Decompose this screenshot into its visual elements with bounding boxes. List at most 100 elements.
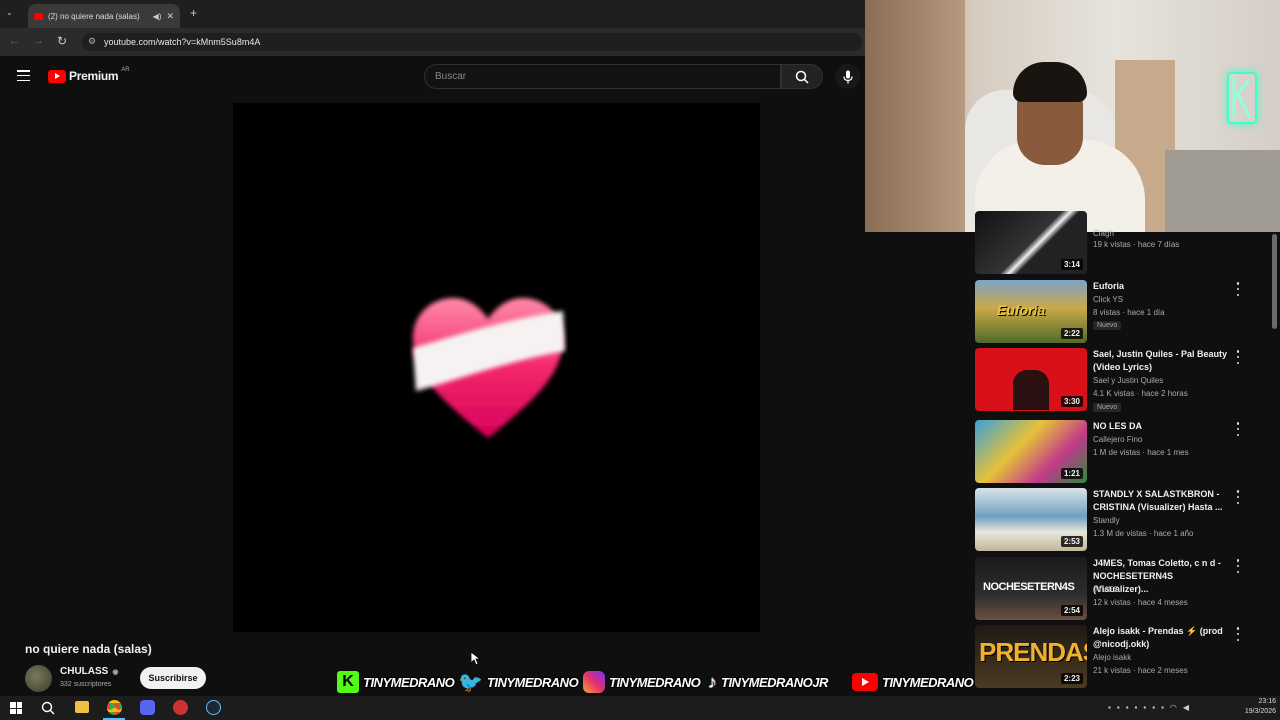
browser-tab[interactable]: (2) no quiere nada (salas) ◀) ✕ xyxy=(28,4,180,28)
subscriber-count: 332 suscriptores xyxy=(60,681,112,688)
webcam-hair xyxy=(1013,62,1087,102)
video-thumbnail[interactable]: PRENDAS 2:23 xyxy=(975,625,1087,688)
tab-close-icon[interactable]: ✕ xyxy=(166,11,174,22)
list-item[interactable]: NOCHESETERN4S 2:54 J4MES, Tomas Coletto,… xyxy=(975,557,1255,620)
channel-name[interactable]: Standly xyxy=(1093,516,1120,525)
list-item[interactable]: PRENDAS 2:23 Alejo isakk - Prendas ⚡ (pr… xyxy=(975,625,1255,688)
tray-icon[interactable]: ▪ xyxy=(1117,703,1120,712)
steam-icon[interactable] xyxy=(206,700,221,715)
thumbnail-text: Euforia xyxy=(997,302,1046,318)
social-kick: K TINYMEDRANO xyxy=(337,668,455,696)
new-badge: Nuevo xyxy=(1093,321,1122,330)
more-options-icon[interactable] xyxy=(1235,422,1241,436)
list-item[interactable]: 3:14 Ciagh 19 k vistas · hace 7 días xyxy=(975,211,1255,274)
video-thumbnail[interactable]: NOCHESETERN4S 2:54 xyxy=(975,557,1087,620)
video-title[interactable]: STANDLY X SALASTKBRON - CRISTINA (Visual… xyxy=(1093,488,1228,514)
volume-icon[interactable]: ◀ xyxy=(1183,703,1189,712)
search-input[interactable]: Buscar xyxy=(424,64,781,89)
duration-badge: 3:30 xyxy=(1060,396,1083,407)
subscribe-button[interactable]: Suscribirse xyxy=(140,667,206,689)
system-tray[interactable]: ▪ ▪ ▪ ▪ ▪ ▪ ▪ ◠ ◀ xyxy=(1108,703,1189,712)
browser-tab-strip: ⌄ (2) no quiere nada (salas) ◀) ✕ + xyxy=(0,0,865,28)
video-meta: 1.3 M de vistas · hace 1 año xyxy=(1093,529,1194,538)
tray-icon[interactable]: ▪ xyxy=(1135,703,1138,712)
sidebar-scrollbar[interactable] xyxy=(1272,234,1277,329)
list-item[interactable]: 3:30 Sael, Justin Quiles - Pal Beauty (V… xyxy=(975,348,1255,412)
tray-icon[interactable]: ▪ xyxy=(1143,703,1146,712)
twitter-bird-icon: 🐦 xyxy=(458,671,483,694)
tray-icon[interactable]: ▪ xyxy=(1161,703,1164,712)
duration-badge: 2:22 xyxy=(1060,328,1083,339)
kick-icon: K xyxy=(337,671,359,693)
site-settings-icon[interactable]: ⚙ xyxy=(88,36,96,47)
video-title[interactable]: Sael, Justin Quiles - Pal Beauty (Video … xyxy=(1093,348,1228,374)
video-meta: 12 k vistas · hace 4 meses xyxy=(1093,598,1188,607)
reload-icon[interactable]: ↻ xyxy=(57,34,67,48)
more-options-icon[interactable] xyxy=(1235,350,1241,364)
tab-title: (2) no quiere nada (salas) xyxy=(48,11,140,21)
twitter-handle: TINYMEDRANO xyxy=(486,674,579,690)
channel-name-row[interactable]: CHULASS ◉ xyxy=(60,666,118,677)
youtube-icon xyxy=(852,673,878,691)
kick-handle: TINYMEDRANO xyxy=(363,674,455,690)
list-item[interactable]: 1:21 NO LES DA Callejero Fino 1 M de vis… xyxy=(975,420,1255,483)
tray-icon[interactable]: ▪ xyxy=(1108,703,1111,712)
logo-text: Premium xyxy=(69,69,119,83)
youtube-logo[interactable]: Premium AR xyxy=(48,67,130,83)
channel-name[interactable]: J4MES xyxy=(1093,585,1119,594)
social-instagram: TINYMEDRANO xyxy=(583,668,701,696)
neon-k-logo xyxy=(1227,72,1257,124)
video-thumbnail[interactable]: 3:30 xyxy=(975,348,1087,411)
more-options-icon[interactable] xyxy=(1235,282,1241,296)
wifi-icon[interactable]: ◠ xyxy=(1170,703,1177,712)
list-item[interactable]: 2:53 STANDLY X SALASTKBRON - CRISTINA (V… xyxy=(975,488,1255,551)
new-tab-icon[interactable]: + xyxy=(190,6,197,20)
voice-search-button[interactable] xyxy=(835,64,860,89)
duration-badge: 3:14 xyxy=(1060,259,1083,270)
chrome-icon[interactable] xyxy=(107,700,122,715)
back-icon[interactable]: ← xyxy=(9,35,20,47)
thumbnail-figures xyxy=(1013,370,1049,410)
video-title[interactable]: Euforia xyxy=(1093,280,1228,293)
channel-name[interactable]: Sael y Justin Quiles xyxy=(1093,376,1163,385)
channel-name[interactable]: Click YS xyxy=(1093,295,1123,304)
url-text: youtube.com/watch?v=kMnm5Su8m4A xyxy=(104,37,261,47)
more-options-icon[interactable] xyxy=(1235,559,1241,573)
video-title[interactable]: Alejo isakk - Prendas ⚡ (prod @nicodj.ok… xyxy=(1093,625,1228,651)
youtube-play-logo-icon xyxy=(48,69,66,83)
video-meta: 19 k vistas · hace 7 días xyxy=(1093,240,1180,249)
search-button[interactable] xyxy=(781,64,823,89)
forward-icon[interactable]: → xyxy=(33,35,44,47)
video-player[interactable] xyxy=(233,103,760,632)
address-bar[interactable]: ⚙ youtube.com/watch?v=kMnm5Su8m4A xyxy=(82,33,862,51)
taskbar-search-icon[interactable] xyxy=(41,701,55,715)
video-thumbnail[interactable]: Euforia 2:22 xyxy=(975,280,1087,343)
video-thumbnail[interactable]: 3:14 xyxy=(975,211,1087,274)
duration-badge: 2:23 xyxy=(1060,673,1083,684)
channel-name[interactable]: Alejo isakk xyxy=(1093,653,1131,662)
clock[interactable]: 23:16 19/3/2026 xyxy=(1236,697,1276,717)
tab-search-icon[interactable]: ⌄ xyxy=(6,8,18,20)
tab-audio-icon[interactable]: ◀) xyxy=(153,12,162,21)
discord-icon[interactable] xyxy=(140,700,155,715)
channel-name[interactable]: Callejero Fino xyxy=(1093,435,1142,444)
video-thumbnail[interactable]: 1:21 xyxy=(975,420,1087,483)
clock-date: 19/3/2026 xyxy=(1244,708,1276,715)
tray-icon[interactable]: ▪ xyxy=(1152,703,1155,712)
menu-icon[interactable] xyxy=(17,70,30,81)
instagram-handle: TINYMEDRANO xyxy=(609,674,701,690)
clock-time: 23:16 xyxy=(1258,698,1276,705)
list-item[interactable]: Euforia 2:22 Euforia Click YS 8 vistas ·… xyxy=(975,280,1255,343)
social-twitter: 🐦 TINYMEDRANO xyxy=(458,668,579,696)
instagram-icon xyxy=(583,671,605,693)
more-options-icon[interactable] xyxy=(1235,627,1241,641)
more-options-icon[interactable] xyxy=(1235,490,1241,504)
video-title[interactable]: NO LES DA xyxy=(1093,420,1228,433)
channel-avatar[interactable] xyxy=(25,665,52,692)
video-thumbnail[interactable]: 2:53 xyxy=(975,488,1087,551)
tray-icon[interactable]: ▪ xyxy=(1126,703,1129,712)
file-explorer-icon[interactable] xyxy=(75,701,89,713)
start-icon[interactable] xyxy=(10,702,22,714)
region-code: AR xyxy=(121,67,130,73)
app-icon[interactable] xyxy=(173,700,188,715)
